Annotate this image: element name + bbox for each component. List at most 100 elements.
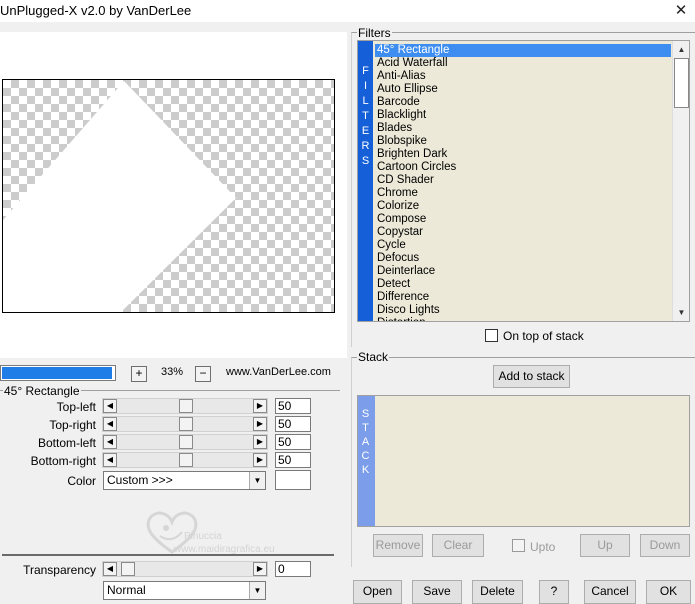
arrow-right-icon[interactable]: ▶ (253, 435, 267, 449)
window-title: UnPlugged-X v2.0 by VanDerLee (0, 3, 192, 18)
filter-item[interactable]: Blades (375, 122, 671, 135)
slider-thumb[interactable] (121, 562, 135, 576)
arrow-left-icon[interactable]: ◀ (103, 453, 117, 467)
on-top-checkbox[interactable] (485, 329, 498, 342)
add-to-stack-button[interactable]: Add to stack (493, 365, 570, 388)
filter-item[interactable]: Cartoon Circles (375, 161, 671, 174)
param-label: Top-right (49, 418, 96, 432)
zoom-value: 33% (160, 366, 184, 378)
blend-mode-dropdown[interactable]: Normal ▼ (103, 581, 266, 600)
filter-item[interactable]: Colorize (375, 200, 671, 213)
filter-item[interactable]: Auto Ellipse (375, 83, 671, 96)
filters-side-letter: S (361, 155, 370, 167)
filters-side-letter: L (362, 95, 369, 107)
filter-item[interactable]: Defocus (375, 252, 671, 265)
arrow-left-icon[interactable]: ◀ (103, 417, 117, 431)
filters-list[interactable]: FILTERS 45° Rectangle Acid Waterfall Anti-… (357, 40, 690, 322)
progress-bar (0, 365, 116, 381)
zoom-in-button[interactable]: + (131, 366, 147, 382)
stack-side-banner: STACK (358, 396, 375, 526)
clear-button[interactable]: Clear (432, 534, 484, 557)
cancel-button[interactable]: Cancel (584, 580, 636, 604)
save-button[interactable]: Save (412, 580, 462, 604)
filter-item[interactable]: Blobspike (375, 135, 671, 148)
arrow-right-icon[interactable]: ▶ (253, 417, 267, 431)
filter-item[interactable]: Blacklight (375, 109, 671, 122)
filter-item[interactable]: Anti-Alias (375, 70, 671, 83)
dropdown-arrow-icon[interactable]: ▼ (249, 582, 265, 599)
param-label: Bottom-right (30, 454, 96, 468)
param-value[interactable]: 50 (275, 416, 311, 432)
filters-group-title: Filters (357, 26, 392, 40)
transparency-slider[interactable]: ◀ ▶ (102, 561, 268, 577)
upto-checkbox[interactable] (512, 539, 525, 552)
preview-canvas[interactable] (2, 79, 335, 313)
help-button[interactable]: ? (539, 580, 569, 604)
filters-scrollbar[interactable]: ▲ ▼ (672, 41, 689, 321)
params-group-title: 45° Rectangle (3, 384, 81, 398)
filter-item[interactable]: 45° Rectangle (375, 44, 671, 57)
transparency-label: Transparency (23, 563, 96, 577)
stack-list[interactable]: STACK (357, 395, 690, 527)
filter-item[interactable]: Deinterlace (375, 265, 671, 278)
slider-thumb[interactable] (179, 417, 193, 431)
param-slider[interactable]: ◀ ▶ (102, 398, 268, 414)
close-icon[interactable]: ✕ (669, 0, 693, 22)
stack-side-letter: A (361, 436, 370, 448)
up-button[interactable]: Up (580, 534, 630, 557)
scroll-down-icon[interactable]: ▼ (674, 305, 689, 320)
website-label: www.VanDerLee.com (226, 366, 331, 378)
title-bar: UnPlugged-X v2.0 by VanDerLee ✕ (0, 0, 695, 22)
filter-item[interactable]: Copystar (375, 226, 671, 239)
arrow-left-icon[interactable]: ◀ (103, 435, 117, 449)
arrow-left-icon[interactable]: ◀ (103, 399, 117, 413)
slider-thumb[interactable] (179, 453, 193, 467)
filter-item[interactable]: Cycle (375, 239, 671, 252)
filter-item[interactable]: Compose (375, 213, 671, 226)
param-value[interactable]: 50 (275, 398, 311, 414)
filter-item[interactable]: Acid Waterfall (375, 57, 671, 70)
filter-item[interactable]: Brighten Dark (375, 148, 671, 161)
param-value[interactable]: 50 (275, 434, 311, 450)
color-dropdown[interactable]: Custom >>> ▼ (103, 471, 266, 490)
arrow-right-icon[interactable]: ▶ (253, 453, 267, 467)
scroll-up-icon[interactable]: ▲ (674, 42, 689, 57)
slider-thumb[interactable] (179, 435, 193, 449)
arrow-right-icon[interactable]: ▶ (253, 562, 267, 576)
color-swatch[interactable] (275, 470, 311, 490)
delete-button[interactable]: Delete (472, 580, 523, 604)
filter-item[interactable]: Detect (375, 278, 671, 291)
down-button[interactable]: Down (640, 534, 690, 557)
blend-mode-value: Normal (107, 583, 146, 597)
filter-item[interactable]: Disco Lights (375, 304, 671, 317)
remove-button[interactable]: Remove (373, 534, 423, 557)
slider-thumb[interactable] (179, 399, 193, 413)
stack-side-letter: S (361, 408, 370, 420)
param-value[interactable]: 50 (275, 452, 311, 468)
param-slider[interactable]: ◀ ▶ (102, 434, 268, 450)
filter-item[interactable]: CD Shader (375, 174, 671, 187)
ok-button[interactable]: OK (646, 580, 691, 604)
arrow-right-icon[interactable]: ▶ (253, 399, 267, 413)
dropdown-arrow-icon[interactable]: ▼ (249, 472, 265, 489)
scroll-thumb[interactable] (674, 58, 689, 108)
transparency-value[interactable]: 0 (275, 561, 311, 577)
arrow-left-icon[interactable]: ◀ (103, 562, 117, 576)
filter-item[interactable]: Barcode (375, 96, 671, 109)
filter-item[interactable]: Chrome (375, 187, 671, 200)
progress-fill (2, 367, 112, 379)
stack-group-title: Stack (357, 350, 390, 364)
open-button[interactable]: Open (353, 580, 402, 604)
preview-image (3, 81, 236, 312)
param-slider[interactable]: ◀ ▶ (102, 452, 268, 468)
upto-label: Upto (530, 540, 556, 554)
filter-item[interactable]: Distortion (375, 317, 671, 321)
stack-side-letter: C (361, 450, 370, 462)
zoom-out-button[interactable]: − (195, 366, 211, 382)
param-slider[interactable]: ◀ ▶ (102, 416, 268, 432)
stack-side-letter: T (362, 422, 369, 434)
filter-item[interactable]: Difference (375, 291, 671, 304)
separator (2, 554, 334, 556)
param-label: Top-left (56, 400, 96, 414)
filters-side-letter: E (361, 125, 370, 137)
